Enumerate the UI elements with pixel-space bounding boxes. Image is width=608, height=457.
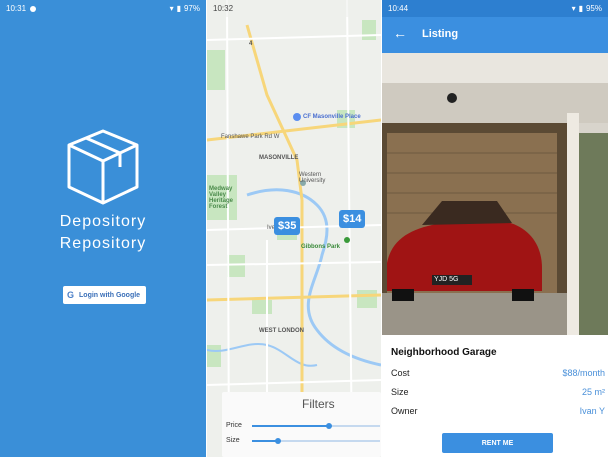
- app-name-line2: Repository: [59, 235, 147, 252]
- price-pin[interactable]: $35: [274, 217, 301, 235]
- box-logo-icon: [67, 129, 139, 205]
- google-icon: G: [67, 290, 75, 300]
- wifi-icon: ▾: [169, 4, 174, 13]
- filters-title: Filters: [302, 397, 335, 411]
- back-arrow-icon[interactable]: ←: [393, 25, 407, 41]
- price-label: Price: [226, 422, 242, 429]
- size-label: Size: [226, 437, 240, 444]
- listing-screen: 10:44 ▾ ▮ 95% ← Listing YJD 5G Neighborh…: [382, 0, 608, 457]
- status-bar: 10:44 ▾ ▮ 95%: [382, 0, 608, 17]
- detail-value: $88/month: [562, 368, 605, 378]
- battery-icon: ▮: [176, 4, 181, 13]
- map-label-west-london: WEST LONDON: [259, 328, 304, 334]
- detail-row: Size 25 m²: [391, 387, 605, 397]
- license-plate: YJD 5G: [434, 276, 459, 283]
- size-slider-thumb[interactable]: [275, 438, 281, 444]
- wifi-icon: ▾: [571, 4, 576, 13]
- status-bar: 10:31 ▾ ▮ 97%: [0, 0, 206, 17]
- detail-label: Cost: [391, 368, 410, 378]
- status-time: 10:44: [388, 4, 409, 13]
- map-screen: 10:32 4 CF Masonville Place Fanshawe Par…: [207, 0, 381, 457]
- map-label-western: Western University: [299, 172, 326, 184]
- detail-row: Owner Ivan Y: [391, 406, 605, 416]
- login-button-label: Login with Google: [79, 291, 141, 299]
- garage-photo: [382, 53, 608, 335]
- status-time: 10:31: [6, 4, 27, 13]
- page-title: Listing: [422, 28, 459, 40]
- app-name-line1: Depository: [59, 213, 147, 230]
- detail-value: Ivan Y: [579, 406, 605, 416]
- battery-text: 95%: [585, 4, 602, 13]
- notification-icon: [30, 5, 37, 12]
- map-label-medway: Medway Valley Heritage Forest: [209, 186, 234, 210]
- price-slider-fill: [252, 425, 329, 427]
- detail-label: Owner: [391, 406, 418, 416]
- battery-text: 97%: [183, 4, 200, 13]
- status-time: 10:32: [213, 4, 234, 13]
- map-label-cf-masonville: CF Masonville Place: [303, 114, 361, 120]
- detail-label: Size: [391, 387, 409, 397]
- map-label-fanshawe: Fanshawe Park Rd W: [221, 134, 280, 140]
- login-with-google-button[interactable]: G Login with Google: [63, 286, 146, 304]
- map-label-gibbons-park: Gibbons Park: [301, 244, 341, 250]
- map-label-masonville: MASONVILLE: [259, 155, 299, 161]
- detail-value: 25 m²: [581, 387, 605, 397]
- listing-title: Neighborhood Garage: [391, 347, 497, 358]
- app-bar: ← Listing: [382, 17, 608, 53]
- rent-me-button[interactable]: RENT ME: [442, 433, 553, 453]
- login-screen: 10:31 ▾ ▮ 97% Depository Repository G Lo…: [0, 0, 206, 457]
- price-pin[interactable]: $14: [339, 210, 366, 228]
- price-slider-thumb[interactable]: [326, 423, 332, 429]
- detail-row: Cost $88/month: [391, 368, 605, 378]
- status-bar: 10:32: [207, 0, 381, 17]
- filters-panel: Filters Price Size: [222, 392, 381, 457]
- route-shield: 4: [249, 41, 253, 47]
- battery-icon: ▮: [578, 4, 583, 13]
